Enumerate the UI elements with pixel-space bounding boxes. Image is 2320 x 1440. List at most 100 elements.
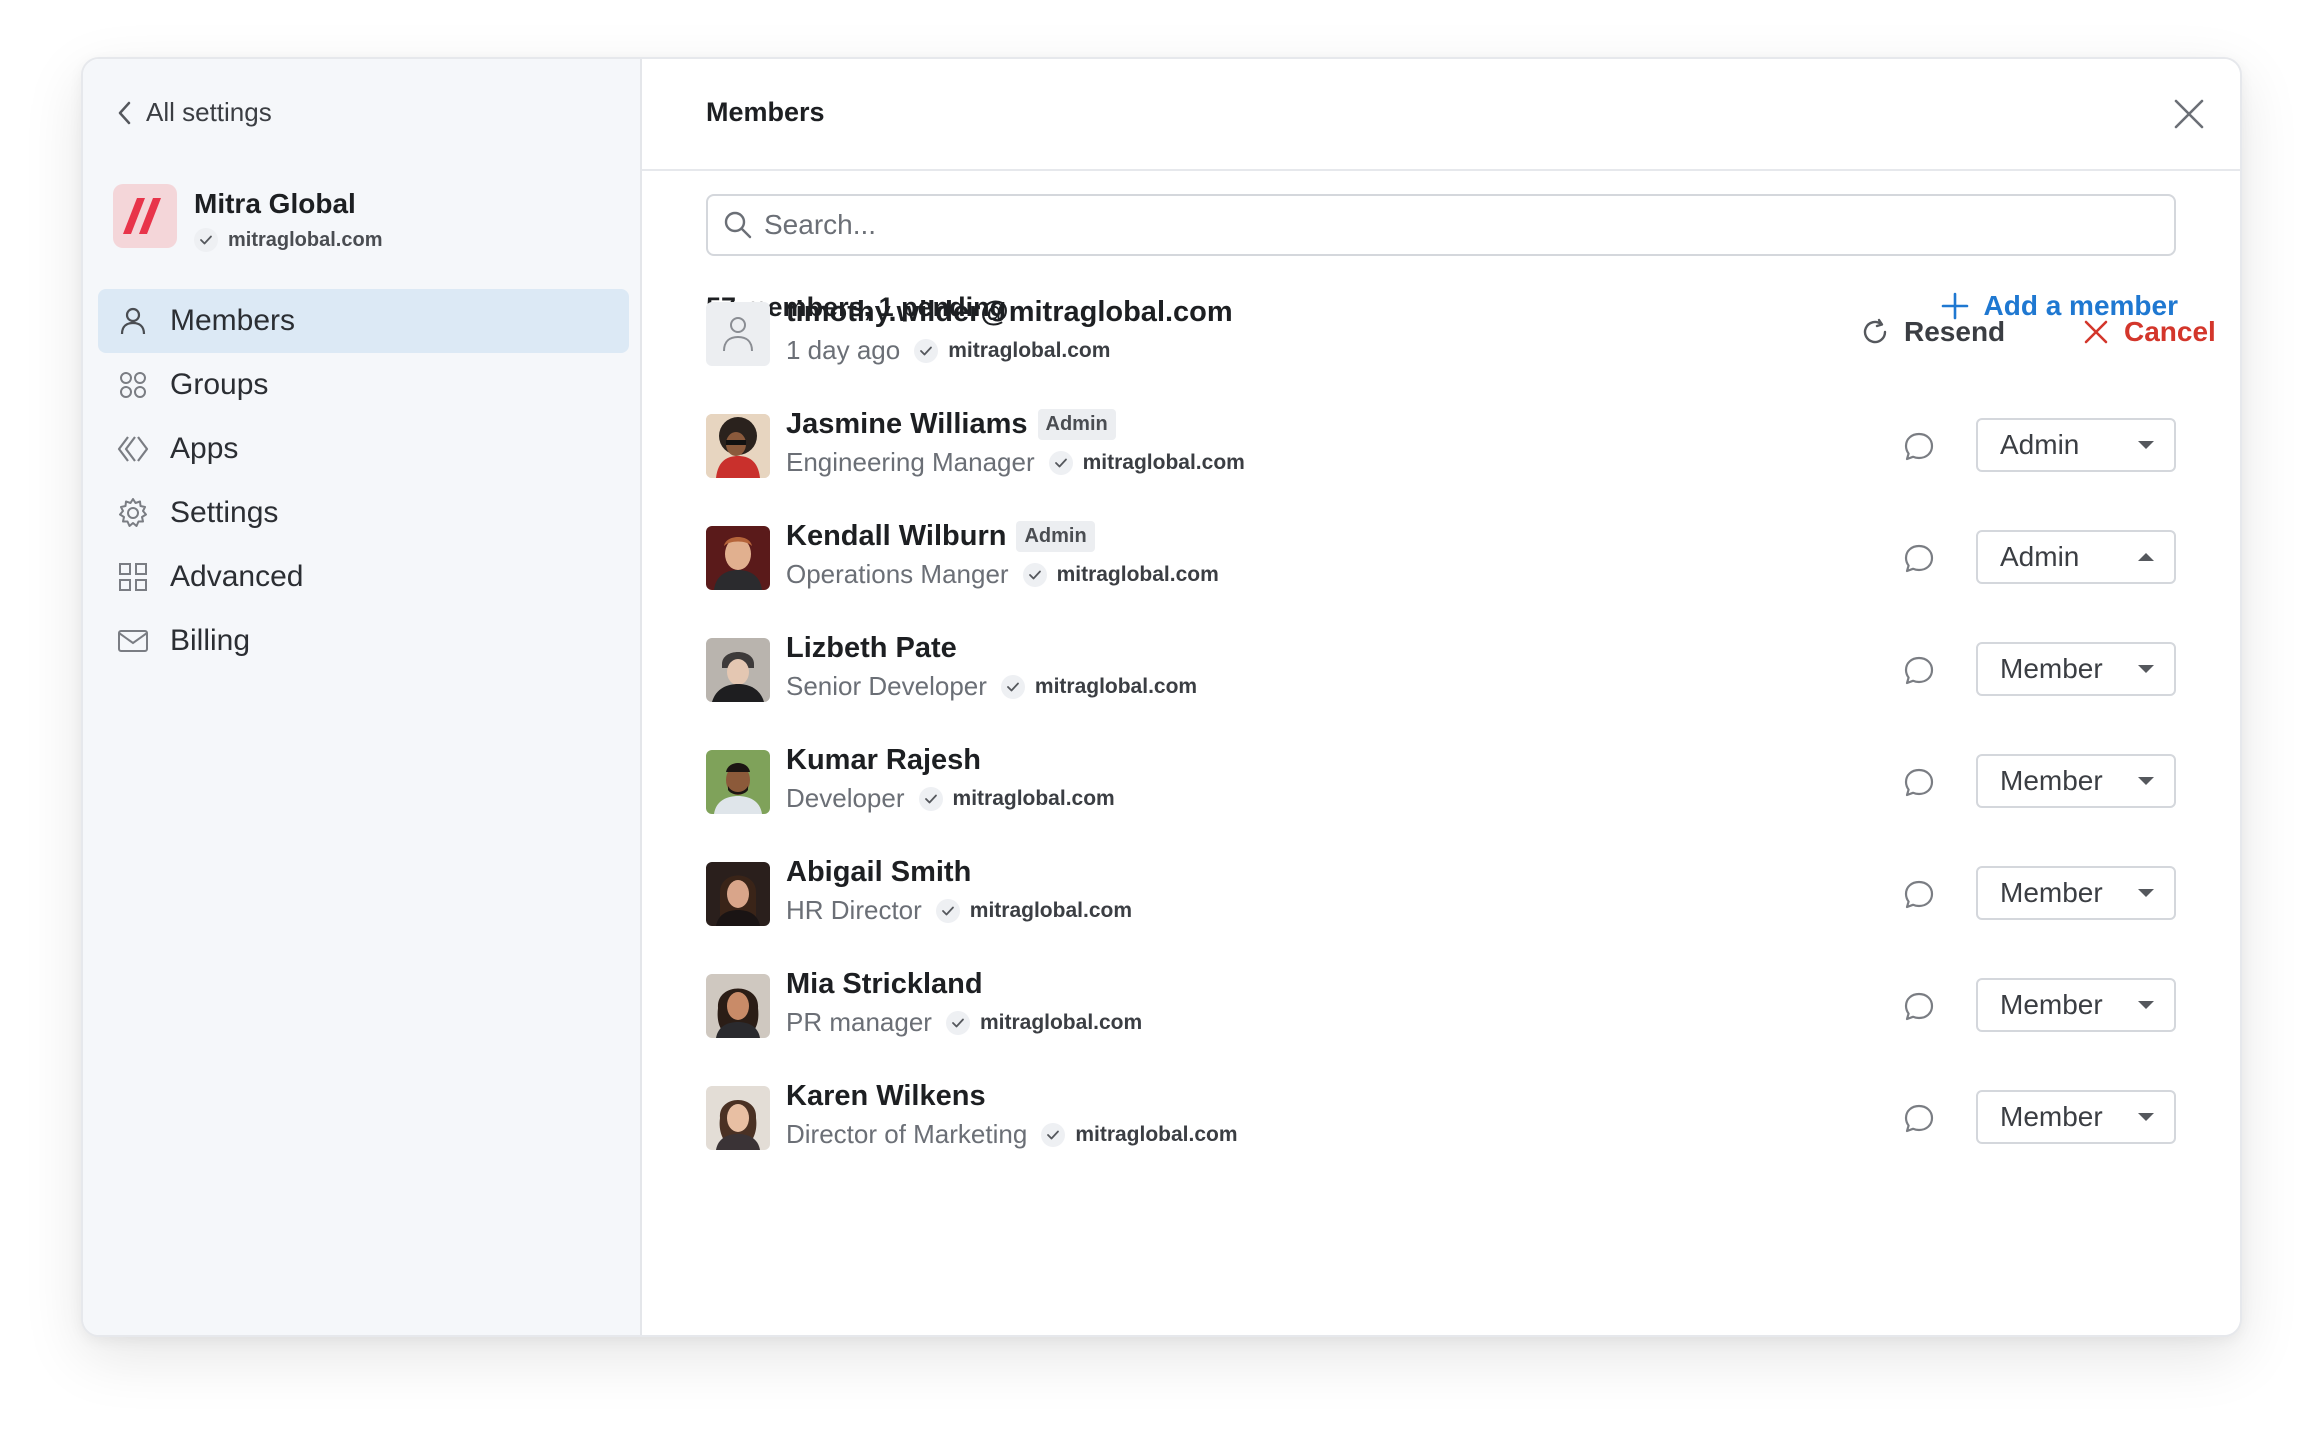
message-icon[interactable] bbox=[1902, 1102, 1936, 1136]
message-icon[interactable] bbox=[1902, 766, 1936, 800]
member-title: Operations Manger bbox=[786, 559, 1009, 589]
role-dropdown[interactable]: Member bbox=[1976, 866, 2176, 920]
sidebar-nav: Members Groups Apps Settings Advanced Bi… bbox=[98, 289, 629, 673]
verified-check-icon bbox=[194, 228, 218, 252]
close-icon bbox=[2084, 320, 2108, 344]
caret-down-icon bbox=[2138, 1001, 2154, 1009]
member-row: Mia Strickland PR manager mitraglobal.co… bbox=[706, 968, 2176, 1040]
settings-window: All settings Mitra Global mitraglobal.co… bbox=[81, 57, 2242, 1337]
sidebar-item-label: Groups bbox=[170, 368, 269, 401]
role-dropdown[interactable]: Admin bbox=[1976, 418, 2176, 472]
avatar bbox=[706, 526, 770, 590]
message-icon[interactable] bbox=[1902, 654, 1936, 688]
org-header: Mitra Global mitraglobal.com bbox=[113, 184, 382, 252]
member-row: Lizbeth Pate Senior Developer mitragloba… bbox=[706, 632, 2176, 704]
member-row: Abigail Smith HR Director mitraglobal.co… bbox=[706, 856, 2176, 928]
role-dropdown[interactable]: Admin bbox=[1976, 530, 2176, 584]
sidebar-item-settings[interactable]: Settings bbox=[98, 481, 629, 545]
avatar bbox=[706, 974, 770, 1038]
mitra-logo-icon bbox=[123, 198, 161, 234]
grid-icon bbox=[116, 560, 150, 594]
role-value: Member bbox=[2000, 989, 2103, 1020]
groups-icon bbox=[116, 368, 150, 402]
message-icon[interactable] bbox=[1902, 878, 1936, 912]
cancel-label: Cancel bbox=[2124, 316, 2216, 347]
member-domain: mitraglobal.com bbox=[948, 338, 1111, 362]
resend-label: Resend bbox=[1904, 316, 2006, 347]
role-value: Admin bbox=[2000, 429, 2080, 460]
search-icon bbox=[724, 211, 752, 239]
member-domain: mitraglobal.com bbox=[1082, 450, 1245, 474]
member-name: Abigail Smith bbox=[786, 856, 972, 888]
caret-down-icon bbox=[2138, 889, 2154, 897]
avatar bbox=[706, 638, 770, 702]
role-dropdown[interactable]: Member bbox=[1976, 754, 2176, 808]
search-field[interactable] bbox=[706, 194, 2176, 256]
role-value: Member bbox=[2000, 653, 2103, 684]
role-value: Member bbox=[2000, 1101, 2103, 1132]
member-domain: mitraglobal.com bbox=[1056, 562, 1219, 586]
member-name: Jasmine Williams bbox=[786, 408, 1028, 440]
panel-header: Members bbox=[642, 59, 2240, 171]
member-row: Kumar Rajesh Developer mitraglobal.com M… bbox=[706, 744, 2176, 816]
gear-icon bbox=[116, 496, 150, 530]
members-panel: Members 57 members, 1 pending Add a memb… bbox=[642, 59, 2240, 1335]
refresh-icon bbox=[1863, 318, 1887, 344]
member-title: Director of Marketing bbox=[786, 1119, 1028, 1149]
verified-check-icon bbox=[935, 898, 960, 923]
verified-check-icon bbox=[918, 786, 943, 811]
member-row: Karen Wilkens Director of Marketing mitr… bbox=[706, 1080, 2176, 1152]
pending-email: timothy.wilder@mitraglobal.com bbox=[786, 296, 1233, 328]
member-title: Developer bbox=[786, 783, 905, 813]
pending-invite-row: timothy.wilder@mitraglobal.com 1 day ago… bbox=[706, 296, 2216, 368]
sidebar-item-billing[interactable]: Billing bbox=[98, 609, 629, 673]
sidebar-item-apps[interactable]: Apps bbox=[98, 417, 629, 481]
role-value: Admin bbox=[2000, 541, 2080, 572]
role-dropdown[interactable]: Member bbox=[1976, 1090, 2176, 1144]
sidebar-item-advanced[interactable]: Advanced bbox=[98, 545, 629, 609]
all-settings-link[interactable]: All settings bbox=[114, 97, 272, 128]
member-name: Kumar Rajesh bbox=[786, 744, 982, 776]
message-icon[interactable] bbox=[1902, 542, 1936, 576]
message-icon[interactable] bbox=[1902, 430, 1936, 464]
apps-icon bbox=[116, 432, 150, 466]
sidebar-item-label: Advanced bbox=[170, 560, 304, 593]
role-dropdown[interactable]: Member bbox=[1976, 978, 2176, 1032]
invite-time: 1 day ago bbox=[786, 335, 901, 365]
verified-check-icon bbox=[945, 1010, 970, 1035]
person-icon bbox=[116, 304, 150, 338]
sidebar-item-groups[interactable]: Groups bbox=[98, 353, 629, 417]
search-input[interactable] bbox=[762, 208, 2146, 242]
member-row: Jasmine Williams Admin Engineering Manag… bbox=[706, 408, 2176, 480]
message-icon[interactable] bbox=[1902, 990, 1936, 1024]
member-title: Senior Developer bbox=[786, 671, 987, 701]
sidebar: All settings Mitra Global mitraglobal.co… bbox=[83, 59, 642, 1335]
member-name: Karen Wilkens bbox=[786, 1080, 986, 1112]
member-row: Kendall Wilburn Admin Operations Manger … bbox=[706, 520, 2176, 592]
role-value: Member bbox=[2000, 877, 2103, 908]
close-icon[interactable] bbox=[2172, 97, 2206, 131]
member-domain: mitraglobal.com bbox=[1034, 674, 1198, 698]
member-title: Engineering Manager bbox=[786, 447, 1035, 477]
resend-button[interactable]: Resend bbox=[1860, 316, 2005, 348]
sidebar-item-label: Billing bbox=[170, 624, 251, 657]
verified-check-icon bbox=[1041, 1122, 1066, 1147]
member-title: HR Director bbox=[786, 895, 922, 925]
role-dropdown[interactable]: Member bbox=[1976, 642, 2176, 696]
member-domain: mitraglobal.com bbox=[969, 898, 1132, 922]
avatar bbox=[706, 750, 770, 814]
mail-icon bbox=[116, 624, 150, 658]
cancel-invite-button[interactable]: Cancel bbox=[2082, 316, 2216, 348]
sidebar-item-label: Members bbox=[170, 304, 296, 337]
person-icon bbox=[723, 317, 753, 352]
role-value: Member bbox=[2000, 765, 2103, 796]
caret-down-icon bbox=[2138, 665, 2154, 673]
avatar-placeholder bbox=[706, 302, 770, 366]
chevron-left-icon bbox=[118, 101, 131, 124]
sidebar-item-members[interactable]: Members bbox=[98, 289, 629, 353]
member-domain: mitraglobal.com bbox=[952, 786, 1115, 810]
avatar bbox=[706, 1086, 770, 1150]
admin-badge: Admin bbox=[1037, 409, 1116, 440]
org-logo bbox=[113, 184, 177, 248]
avatar bbox=[706, 414, 770, 478]
